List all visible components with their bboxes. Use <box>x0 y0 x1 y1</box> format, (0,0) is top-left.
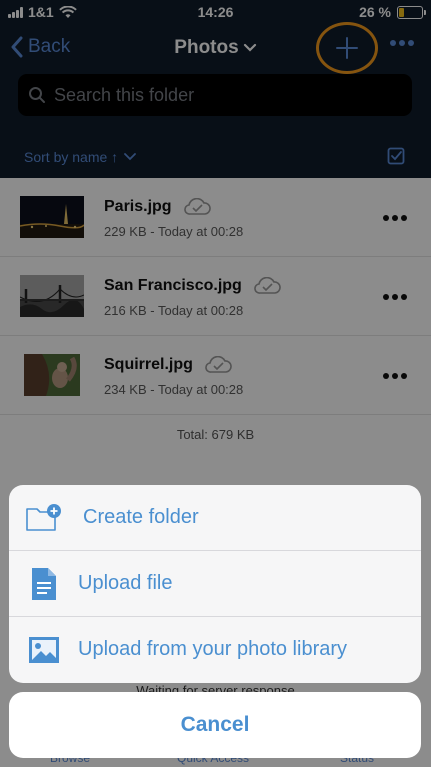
upload-file-option[interactable]: Upload file <box>9 551 421 617</box>
document-icon <box>32 568 56 600</box>
photo-icon <box>29 637 59 663</box>
upload-photo-label: Upload from your photo library <box>78 638 348 660</box>
folder-plus-icon <box>26 504 61 531</box>
cancel-button[interactable]: Cancel <box>9 692 421 758</box>
upload-file-label: Upload file <box>78 572 173 594</box>
upload-photo-option[interactable]: Upload from your photo library <box>9 617 421 683</box>
create-folder-label: Create folder <box>83 506 199 528</box>
create-folder-option[interactable]: Create folder <box>9 485 421 551</box>
action-sheet: Create folder Upload file Upload from yo… <box>9 485 421 683</box>
